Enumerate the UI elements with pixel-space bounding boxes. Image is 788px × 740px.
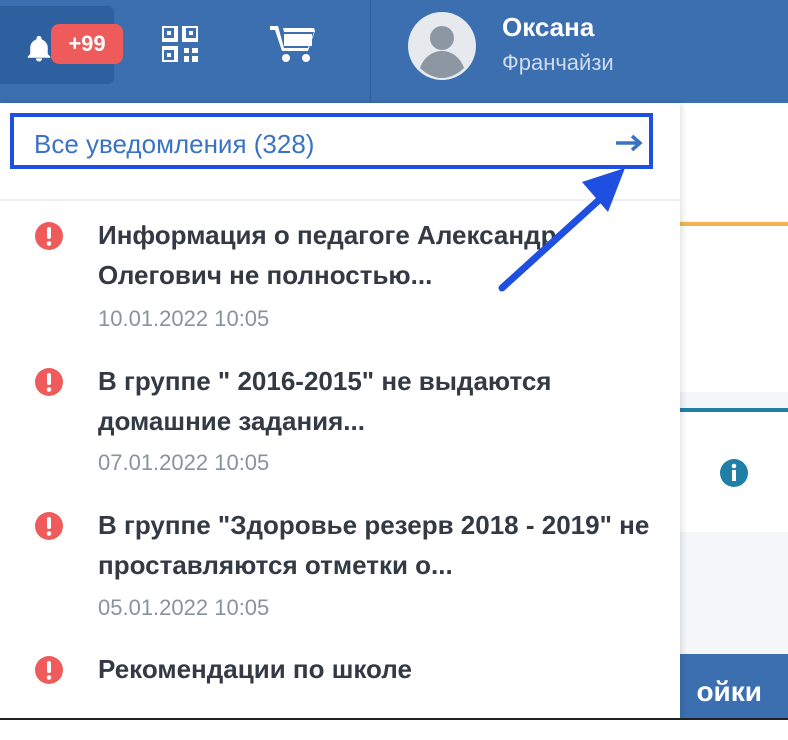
- page-bottom-edge: [0, 718, 788, 740]
- user-name[interactable]: Оксана: [502, 12, 594, 43]
- notification-count-badge: +99: [51, 24, 123, 64]
- user-role: Франчайзи: [502, 50, 614, 75]
- avatar-icon[interactable]: [408, 12, 476, 80]
- header-divider: [370, 0, 371, 103]
- notification-date: 07.01.2022 10:05: [98, 450, 270, 475]
- qr-code-icon[interactable]: [162, 26, 198, 62]
- exclamation-circle-icon: [35, 368, 63, 396]
- top-bar: +99 Оксана Франчайзи: [0, 0, 788, 103]
- bell-icon: [27, 35, 51, 62]
- notification-title: Рекомендации по школе: [98, 654, 412, 684]
- arrow-right-icon: [616, 134, 643, 152]
- notification-date: 05.01.2022 10:05: [98, 595, 270, 620]
- notification-title: В группе "Здоровье резерв 2018 - 2019" н…: [98, 510, 650, 580]
- exclamation-circle-icon: [35, 656, 63, 684]
- notification-date: 10.01.2022 10:05: [98, 306, 270, 331]
- exclamation-circle-icon: [35, 512, 63, 540]
- notification-title: В группе " 2016-2015" не выдаются домашн…: [98, 366, 552, 436]
- all-notifications-label: Все уведомления (328): [34, 129, 315, 159]
- exclamation-circle-icon: [35, 222, 63, 250]
- annotation-arrow-icon: [498, 168, 625, 292]
- info-icon[interactable]: [719, 458, 749, 488]
- background-panel: [680, 103, 788, 221]
- cart-icon[interactable]: [270, 24, 316, 64]
- notifications-button[interactable]: +99: [0, 6, 123, 84]
